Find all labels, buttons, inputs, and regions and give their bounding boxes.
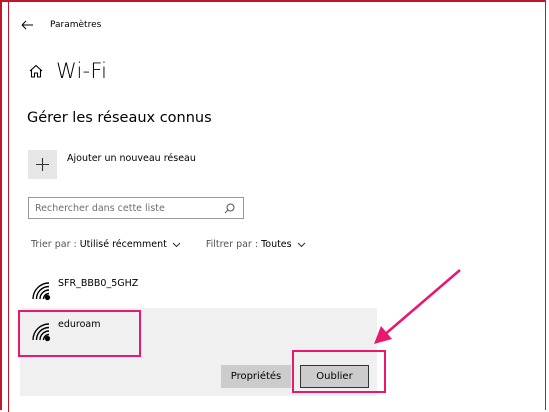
annotation-arrow-icon (374, 269, 461, 344)
